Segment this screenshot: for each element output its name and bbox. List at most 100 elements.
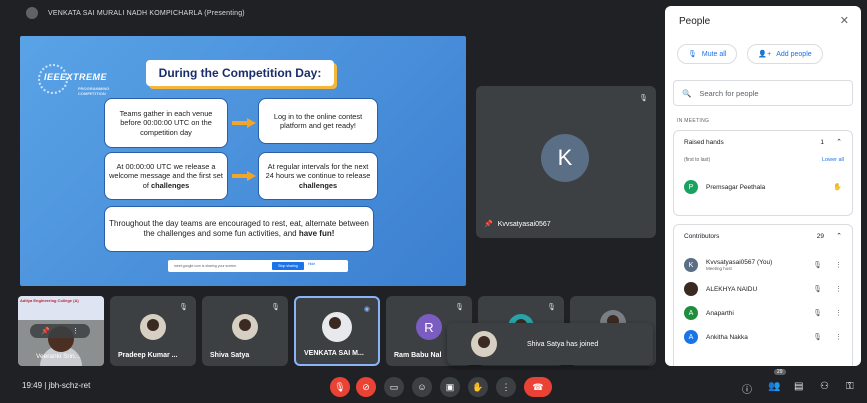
participant-name: Kvvsatyasai0567 bbox=[497, 220, 551, 228]
host-controls-icon[interactable]: ⚿ bbox=[846, 381, 854, 392]
more-options-icon[interactable]: ⋮ bbox=[835, 333, 842, 341]
mic-toggle-button[interactable]: 🎙 bbox=[330, 377, 350, 397]
camera-off-icon: ⊘ bbox=[362, 381, 370, 392]
present-screen-icon: ▣ bbox=[445, 381, 455, 392]
step-box-1: Teams gather in each venue before 00:00:… bbox=[104, 98, 228, 148]
contributors-group: Contributors 29 ⌃ K Kvvsatyasai0567 (You… bbox=[673, 224, 853, 366]
participant-tile-camera[interactable]: Aditya Engineering College (A) 📌 ⋮ Veera… bbox=[18, 296, 104, 366]
emoji-icon: ☺ bbox=[417, 382, 427, 392]
list-item[interactable]: A Anaparthi 🎙 ⋮ bbox=[674, 301, 852, 325]
chevron-up-icon[interactable]: ⌃ bbox=[836, 232, 842, 240]
participant-tile-presenter[interactable]: ◉ VENKATA SAI M... bbox=[294, 296, 380, 366]
participant-name: Ram Babu Nal bbox=[394, 352, 442, 359]
mute-all-button[interactable]: 🎙 Mute all bbox=[677, 44, 738, 64]
camera-background-banner: Aditya Engineering College (A) bbox=[18, 296, 104, 320]
phone-hangup-icon: ☎ bbox=[532, 381, 544, 392]
add-people-button[interactable]: 👤+ Add people bbox=[747, 44, 823, 64]
person-name: Anaparthi bbox=[706, 309, 734, 317]
participant-name: Pradeep Kumar ... bbox=[118, 352, 178, 359]
control-bar: 19:49 | jbh-schz-ret 🎙 ⊘ ▭ ☺ ▣ ✋ ⋮ ☎ ⓘ 👥… bbox=[0, 370, 867, 403]
avatar bbox=[232, 314, 258, 340]
person-name: Ankitha Nakka bbox=[706, 333, 748, 341]
participant-tile[interactable]: 🎙 Pradeep Kumar ... bbox=[110, 296, 196, 366]
tile-controls[interactable]: 📌 ⋮ bbox=[30, 324, 90, 338]
person-name: Kvvsatyasai0567 (You) bbox=[706, 259, 773, 266]
hand-icon: ✋ bbox=[472, 381, 484, 392]
present-button[interactable]: ▣ bbox=[440, 377, 460, 397]
lower-all-button[interactable]: Lower all bbox=[822, 157, 844, 163]
screen-share-banner: meet.google.com is sharing your screen. … bbox=[168, 260, 348, 272]
leave-call-button[interactable]: ☎ bbox=[524, 377, 552, 397]
avatar bbox=[322, 312, 352, 342]
ieeextreme-logo: IEEEXTREME PROGRAMMING COMPETITION bbox=[38, 58, 116, 108]
participant-name: VENKATA SAI M... bbox=[304, 350, 364, 357]
more-options-icon[interactable]: ⋮ bbox=[835, 261, 842, 269]
participant-name: Veeranki Srin... bbox=[36, 353, 81, 360]
avatar: K bbox=[541, 134, 589, 182]
mic-off-icon[interactable]: 🎙 bbox=[813, 285, 822, 293]
camera-toggle-button[interactable]: ⊘ bbox=[356, 377, 376, 397]
mic-off-icon[interactable]: 🎙 bbox=[813, 309, 822, 317]
avatar bbox=[684, 282, 698, 296]
avatar: P bbox=[684, 180, 698, 194]
meeting-details-icon[interactable]: ⓘ bbox=[742, 381, 752, 396]
avatar: K bbox=[684, 258, 698, 272]
participant-tile-k[interactable]: 🎙 K 📌 Kvvsatyasai0567 bbox=[476, 86, 656, 238]
meeting-info: 19:49 | jbh-schz-ret bbox=[22, 381, 91, 390]
captions-button[interactable]: ▭ bbox=[384, 377, 404, 397]
add-person-icon: 👤+ bbox=[758, 51, 772, 58]
presenter-bar: VENKATA SAI MURALI NADH KOMPICHARLA (Pre… bbox=[0, 0, 662, 26]
raised-hand-icon: ✋ bbox=[833, 184, 842, 191]
list-item[interactable]: K Kvvsatyasai0567 (You) Meeting host 🎙 ⋮ bbox=[674, 253, 852, 277]
mic-off-icon: 🎙 bbox=[179, 304, 188, 311]
pin-icon[interactable]: 📌 bbox=[41, 327, 50, 335]
stop-sharing-button[interactable]: Stop sharing bbox=[272, 262, 304, 270]
host-label: Meeting host bbox=[706, 266, 732, 271]
person-name: ALEKHYA NAIDU bbox=[706, 285, 758, 293]
list-item[interactable]: A Ankitha Nakka 🎙 ⋮ bbox=[674, 325, 852, 349]
list-item[interactable]: ALEKHYA NAIDU 🎙 ⋮ bbox=[674, 277, 852, 301]
step-box-5: Throughout the day teams are encouraged … bbox=[104, 206, 374, 252]
raised-hands-header[interactable]: Raised hands 1 ⌃ bbox=[674, 131, 852, 153]
chat-icon[interactable]: ▤ bbox=[794, 381, 803, 392]
in-meeting-label: IN MEETING bbox=[677, 118, 710, 124]
search-people-input[interactable]: 🔍 Search for people bbox=[673, 80, 853, 106]
mic-off-icon: 🎙 bbox=[639, 95, 648, 102]
pin-icon: 📌 bbox=[484, 221, 493, 228]
hide-button[interactable]: Hide bbox=[308, 262, 315, 266]
contributors-header[interactable]: Contributors 29 ⌃ bbox=[674, 225, 852, 247]
reactions-button[interactable]: ☺ bbox=[412, 377, 432, 397]
chevron-up-icon[interactable]: ⌃ bbox=[836, 138, 842, 146]
step-box-2: Log in to the online contest platform an… bbox=[258, 98, 378, 144]
avatar: R bbox=[416, 314, 442, 340]
more-vert-icon: ⋮ bbox=[501, 381, 511, 392]
avatar bbox=[140, 314, 166, 340]
arrow-right-icon bbox=[232, 118, 256, 128]
mic-off-icon[interactable]: 🎙 bbox=[813, 261, 822, 269]
raised-hands-group: Raised hands 1 ⌃ (first to last) Lower a… bbox=[673, 130, 853, 216]
more-options-button[interactable]: ⋮ bbox=[496, 377, 516, 397]
mic-off-icon: 🎙 bbox=[688, 51, 697, 58]
notification-text: Shiva Satya has joined bbox=[527, 340, 599, 348]
participant-tile[interactable]: 🎙 Shiva Satya bbox=[202, 296, 288, 366]
person-name: Premsagar Peethala bbox=[706, 183, 766, 191]
mic-off-icon: 🎙 bbox=[271, 304, 280, 311]
step-box-3: At 00:00:00 UTC we release a welcome mes… bbox=[104, 152, 228, 200]
mic-off-icon: 🎙 bbox=[334, 381, 346, 392]
mic-off-icon[interactable]: 🎙 bbox=[813, 333, 822, 341]
search-icon: 🔍 bbox=[682, 88, 692, 98]
close-icon[interactable]: ✕ bbox=[840, 14, 849, 27]
avatar: A bbox=[684, 330, 698, 344]
presenter-avatar bbox=[26, 7, 38, 19]
list-item[interactable]: P Premsagar Peethala ✋ bbox=[674, 175, 852, 199]
raise-hand-button[interactable]: ✋ bbox=[468, 377, 488, 397]
more-options-icon[interactable]: ⋮ bbox=[835, 285, 842, 293]
more-options-icon[interactable]: ⋮ bbox=[835, 309, 842, 317]
people-icon[interactable]: 👥 bbox=[768, 381, 780, 392]
activities-icon[interactable]: ⚇ bbox=[820, 381, 829, 392]
avatar bbox=[471, 331, 497, 357]
more-options-icon[interactable]: ⋮ bbox=[72, 327, 79, 335]
mic-off-icon: 🎙 bbox=[547, 304, 556, 311]
presenter-label: VENKATA SAI MURALI NADH KOMPICHARLA (Pre… bbox=[48, 9, 245, 17]
participant-name: Shiva Satya bbox=[210, 352, 250, 359]
